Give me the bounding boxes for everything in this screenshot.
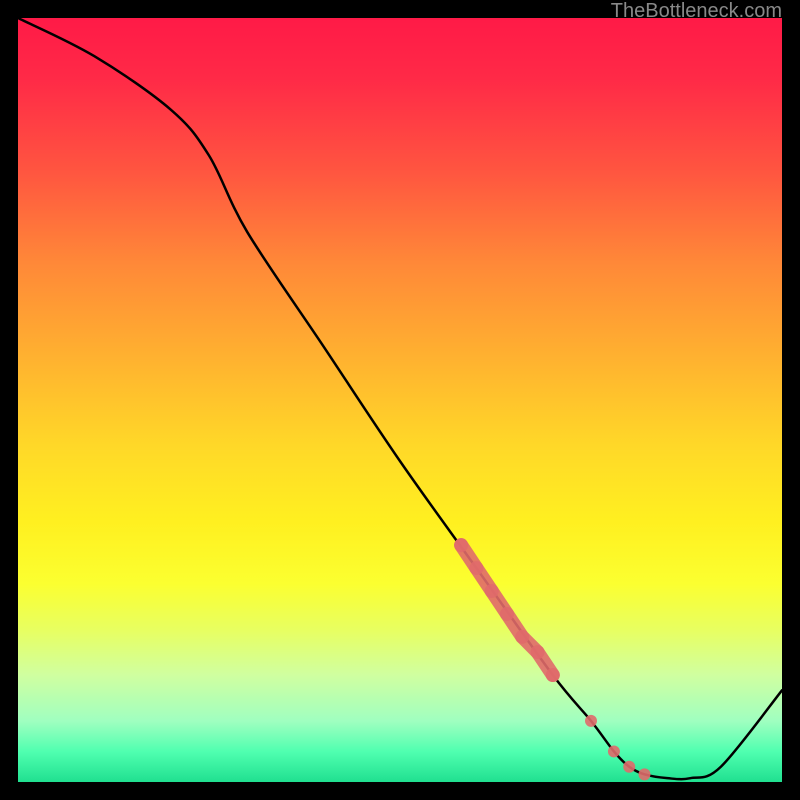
curve-line: [18, 18, 782, 779]
chart-plot-area: [18, 18, 782, 782]
highlight-markers: [454, 538, 650, 780]
chart-svg: [18, 18, 782, 782]
watermark-text: TheBottleneck.com: [611, 0, 782, 23]
